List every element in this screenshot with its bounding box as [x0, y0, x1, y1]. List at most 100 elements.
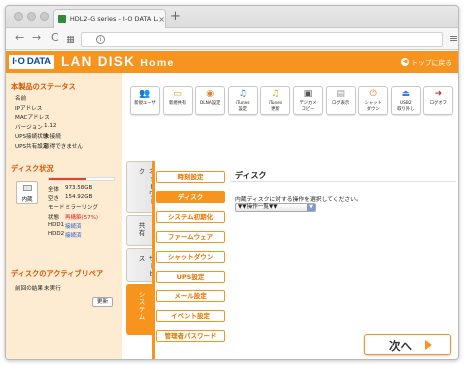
disk-usage-fill: [49, 178, 87, 180]
new-tab-button[interactable]: +: [170, 9, 181, 24]
status-label: バージョン: [15, 124, 43, 131]
disk-row-value[interactable]: 接続済: [65, 222, 82, 230]
content-title: ディスク: [235, 171, 267, 180]
icon-label: 新規ユーザ: [134, 101, 156, 106]
disk-row: HDD1 接続済: [48, 221, 82, 230]
icon-label: iTunes: [268, 101, 283, 106]
status-title: 本製品のステータス: [11, 82, 76, 91]
itunes-update-button[interactable]: ♫ iTunes 更新: [260, 86, 291, 115]
tab-network[interactable]: ネットワーク: [126, 161, 155, 213]
disk-status-title: ディスク状況: [11, 164, 54, 173]
apps-grid-icon[interactable]: [67, 36, 74, 43]
repair-result-value: 未実行: [44, 286, 61, 292]
disk-row-label: 全体: [48, 187, 60, 193]
disk-row-label: HDD1: [48, 221, 65, 228]
tab-share-label: 共有: [137, 222, 145, 237]
back-to-top-label: トップに戻る: [411, 59, 452, 67]
tab-close-icon[interactable]: ×: [158, 15, 165, 24]
tab-system[interactable]: システム: [126, 284, 154, 335]
logout-icon: ➜: [434, 89, 443, 99]
active-repair-title: ディスクのアクティブリペア: [11, 269, 104, 278]
menu-mail[interactable]: メール設定: [156, 290, 225, 303]
status-row: 名前: [15, 94, 26, 102]
next-button[interactable]: 次へ: [364, 334, 451, 355]
status-row: バージョン 1.12: [15, 123, 56, 131]
forward-button[interactable]: →: [32, 31, 41, 44]
operation-select[interactable]: ▼▼操作一覧▼▼ ▼: [235, 203, 316, 212]
product-name: LAN DISK: [61, 54, 136, 69]
disk-row-value: 154.92GB: [65, 194, 93, 201]
disk-row-label: 状態: [48, 214, 60, 221]
tab-title: HDL2-G series - I-O DATA LA: [69, 15, 159, 23]
disk-row-value: 再構築(57%): [65, 214, 99, 221]
close-window-button[interactable]: [14, 12, 23, 21]
tab-system-label: システム: [137, 291, 145, 321]
icon-label: 新規共有: [169, 101, 187, 106]
next-button-label: 次へ: [389, 339, 412, 353]
icon-label: 更新: [271, 107, 280, 112]
arrow-right-icon: [425, 340, 432, 350]
disk-row: HDD2 接続済: [48, 231, 82, 239]
menu-firmware[interactable]: ファームウェア: [156, 230, 225, 243]
repair-result-row: 前回の結果 未実行: [15, 284, 61, 292]
disk-box: 内蔵: [16, 181, 38, 204]
itunes-settings-icon: ♫: [238, 89, 247, 99]
disk-row-value: 973.58GB: [65, 185, 93, 191]
add-user-button[interactable]: 👥 新規ユーザ: [130, 86, 160, 115]
reload-button[interactable]: C: [51, 31, 59, 44]
operation-select-value: ▼▼操作一覧▼▼: [238, 204, 278, 210]
status-value: 1.12: [44, 122, 57, 129]
back-button[interactable]: ←: [15, 31, 24, 44]
status-panel: 本製品のステータス 名前 IPアドレス MACアドレス バージョン 1.12 UPS接続状…: [6, 73, 122, 359]
app-header: I·O DATA LAN DISK Home ◀ トップに戻る: [6, 51, 458, 73]
dlna-button[interactable]: ◉ DLNA設定: [195, 86, 226, 115]
status-label: IPアドレス: [15, 105, 43, 112]
disk-row-label: 空き: [48, 196, 60, 203]
disk-label: 内蔵: [21, 197, 33, 203]
icon-label: ログオフ: [429, 101, 447, 106]
disk-row-label: モード: [48, 205, 65, 212]
minimize-window-button[interactable]: [27, 12, 36, 21]
new-share-button[interactable]: ▭ 新規共有: [162, 86, 193, 115]
new-share-icon: ▭: [173, 89, 182, 99]
menu-event[interactable]: イベント設定: [156, 310, 225, 323]
back-arrow-icon: ◀: [401, 58, 410, 66]
info-icon[interactable]: i: [96, 35, 105, 44]
shutdown-icon: ⏻: [369, 89, 377, 99]
logout-button[interactable]: ➜ ログオフ: [423, 86, 454, 115]
tab-service[interactable]: サービス: [126, 248, 155, 282]
icon-label: DLNA設定: [199, 101, 221, 106]
menu-system-init[interactable]: システム初期化: [156, 210, 225, 223]
tab-share[interactable]: 共有: [126, 215, 152, 246]
disk-row-value[interactable]: 接続済: [65, 231, 82, 239]
hdd-icon: [23, 185, 32, 191]
browser-menu-icon[interactable]: ≡: [449, 32, 458, 45]
menu-admin-password[interactable]: 管理者パスワード: [156, 330, 225, 343]
log-view-icon: ▤: [336, 89, 345, 99]
menu-time-settings[interactable]: 時刻設定: [156, 171, 225, 183]
itunes-settings-button[interactable]: ♫ iTunes 設定: [227, 86, 258, 115]
status-row: UPS共有設定 取得できません: [15, 142, 83, 150]
address-bar[interactable]: i: [81, 32, 443, 47]
add-user-icon: 👥: [139, 89, 151, 99]
menu-ups[interactable]: UPS設定: [156, 270, 225, 283]
back-to-top-link[interactable]: ◀ トップに戻る: [401, 57, 452, 67]
logo: I·O DATA: [9, 55, 54, 69]
refresh-button[interactable]: 更新: [92, 297, 113, 307]
status-label: MACアドレス: [15, 115, 50, 122]
browser-tab[interactable]: HDL2-G series - I-O DATA LA ×: [53, 9, 166, 28]
divider: [230, 181, 456, 182]
menu-disk[interactable]: ディスク: [156, 190, 225, 203]
camera-copy-button[interactable]: ▣ デジカメ コピー: [293, 86, 323, 115]
menu-shutdown[interactable]: シャットダウン: [156, 250, 225, 263]
icon-label: ダウン: [366, 107, 380, 112]
status-value: 未接続: [44, 134, 61, 141]
content-description: 内蔵ディスクに対する操作を選択してください。: [235, 197, 362, 203]
usb-eject-button[interactable]: ⏏ USB2 取り外し: [390, 86, 421, 115]
shutdown-button[interactable]: ⏻ シャット ダウン: [358, 86, 389, 115]
log-view-button[interactable]: ▤ ログ表示: [325, 86, 356, 115]
status-label: 名前: [15, 96, 27, 102]
status-row: MACアドレス: [15, 113, 50, 121]
zoom-window-button[interactable]: [40, 12, 49, 21]
browser-window: HDL2-G series - I-O DATA LA × + ← → C i …: [5, 5, 459, 360]
